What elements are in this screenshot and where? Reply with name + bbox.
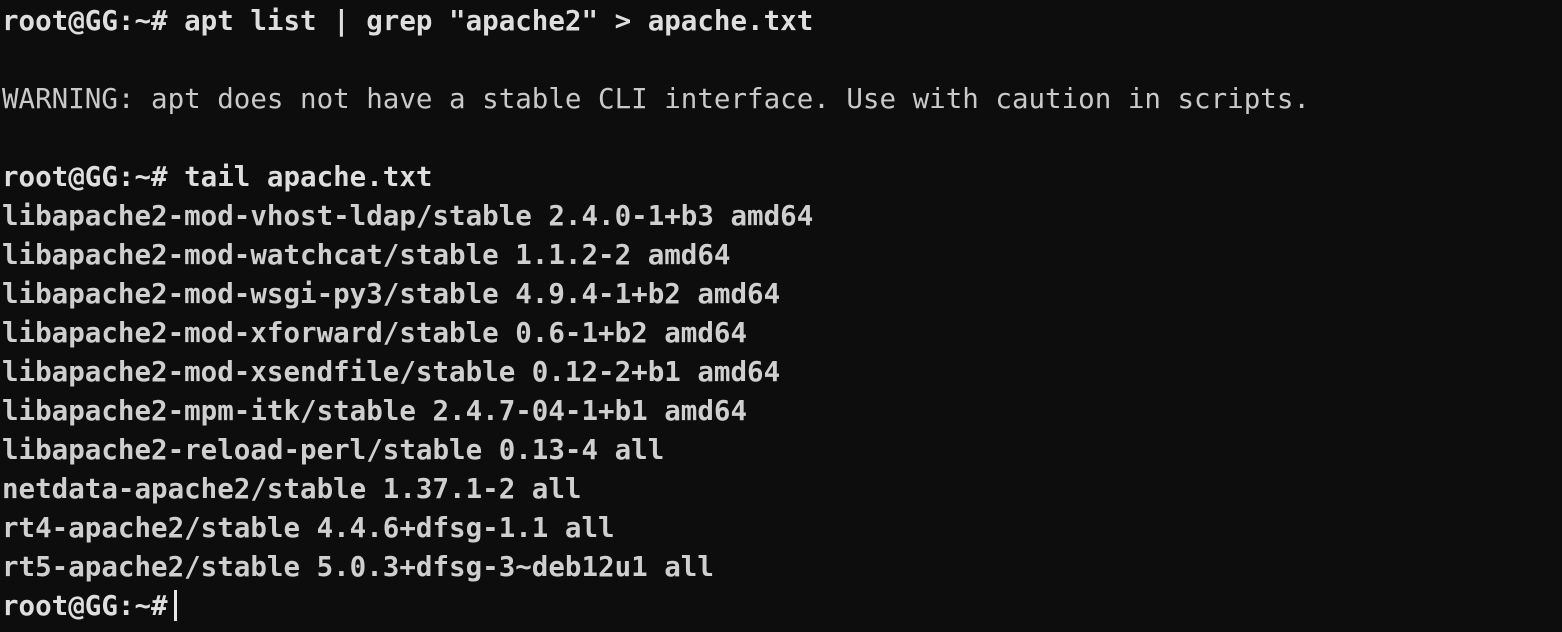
terminal-output-line: libapache2-mod-xsendfile/stable 0.12-2+b… xyxy=(2,356,781,388)
terminal-output-line: libapache2-mod-xforward/stable 0.6-1+b2 … xyxy=(2,317,748,349)
terminal-command-line: root@GG:~# apt list | grep "apache2" > a… xyxy=(2,5,814,37)
terminal-output-line: rt5-apache2/stable 5.0.3+dfsg-3~deb12u1 … xyxy=(2,551,714,583)
terminal-output-line: libapache2-reload-perl/stable 0.13-4 all xyxy=(2,434,665,466)
terminal-warning-line: WARNING: apt does not have a stable CLI … xyxy=(2,83,1310,115)
terminal-window[interactable]: root@GG:~# apt list | grep "apache2" > a… xyxy=(0,0,1562,632)
terminal-scrollback: root@GG:~# apt list | grep "apache2" > a… xyxy=(2,2,1562,587)
terminal-current-prompt-line: root@GG:~# xyxy=(2,587,1562,626)
terminal-output-line: rt4-apache2/stable 4.4.6+dfsg-1.1 all xyxy=(2,512,615,544)
text-cursor xyxy=(173,590,177,621)
terminal-output-line: libapache2-mod-wsgi-py3/stable 4.9.4-1+b… xyxy=(2,278,781,310)
prompt-text: root@GG:~# xyxy=(2,590,168,622)
terminal-output-line: libapache2-mod-watchcat/stable 1.1.2-2 a… xyxy=(2,239,731,271)
terminal-output-line: libapache2-mpm-itk/stable 2.4.7-04-1+b1 … xyxy=(2,395,748,427)
terminal-output-line: netdata-apache2/stable 1.37.1-2 all xyxy=(2,473,582,505)
terminal-command-line: root@GG:~# tail apache.txt xyxy=(2,161,433,193)
terminal-output-line: libapache2-mod-vhost-ldap/stable 2.4.0-1… xyxy=(2,200,814,232)
